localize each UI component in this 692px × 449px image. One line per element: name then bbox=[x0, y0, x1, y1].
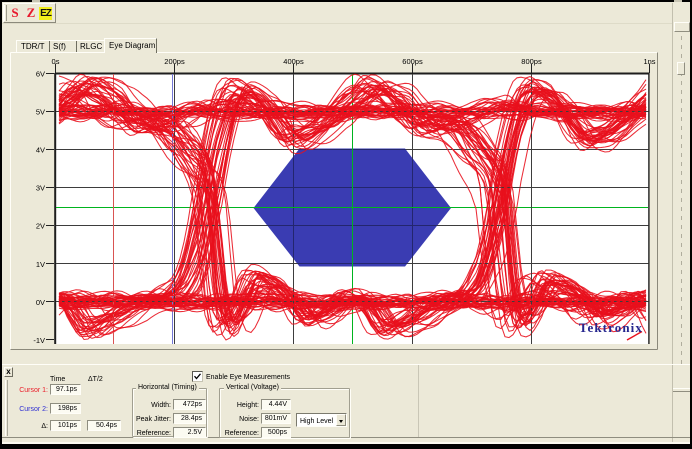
svg-text:600ps: 600ps bbox=[402, 57, 423, 66]
svg-text:4V: 4V bbox=[36, 146, 45, 155]
svg-text:400ps: 400ps bbox=[283, 57, 304, 66]
svg-text:800ps: 800ps bbox=[521, 57, 542, 66]
svg-text:3V: 3V bbox=[36, 184, 45, 193]
svg-text:200ps: 200ps bbox=[164, 57, 185, 66]
svg-text:6V: 6V bbox=[36, 69, 45, 78]
svg-text:0s: 0s bbox=[52, 57, 60, 66]
svg-text:1V: 1V bbox=[36, 260, 45, 269]
svg-text:-1V: -1V bbox=[33, 336, 45, 345]
svg-text:2V: 2V bbox=[36, 222, 45, 231]
svg-text:Tektronix: Tektronix bbox=[579, 320, 643, 335]
svg-text:1ns: 1ns bbox=[643, 57, 655, 66]
svg-text:5V: 5V bbox=[36, 107, 45, 116]
svg-text:0V: 0V bbox=[36, 298, 45, 307]
